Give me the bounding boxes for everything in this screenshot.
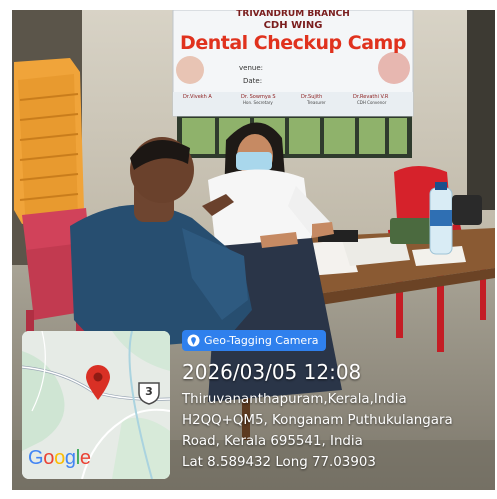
banner-venue-label: venue: [239,64,263,72]
location-minimap: 3 Google [22,331,170,479]
geo-location-line: Thiruvananthapuram,Kerala,India [182,392,407,407]
geo-location-line: Road, Kerala 695541, India [182,434,363,449]
google-logo-letter: o [54,447,65,469]
geo-badge-label: Geo-Tagging Camera [204,334,319,347]
banner-wing: CDH WING [263,20,323,31]
dental-camp-banner: TRIVANDRUM BRANCH CDH WING Dental Checku… [173,10,413,116]
location-pin-icon [86,365,110,400]
google-logo-letter: o [43,447,55,469]
banner-doctor-role: Treasurer [307,100,326,105]
google-logo-letter: e [79,447,91,469]
google-logo-letter: g [64,447,76,469]
geo-tagging-badge: Geo-Tagging Camera [182,330,327,351]
google-logo: Google [28,447,91,470]
banner-title: Dental Checkup Camp [180,32,406,54]
banner-doctor-role: Hon. Secretary [243,100,273,105]
geo-location-line: H2QQ+QM5, Konganam Puthukulangara [182,413,453,428]
banner-doctor-role: CDH Convenor [357,100,387,105]
banner-date-label: Date: [243,77,263,85]
banner-branch: TRIVANDRUM BRANCH [236,10,350,19]
geo-location-line: Lat 8.589432 Long 77.03903 [182,455,376,470]
camera-pin-icon [187,334,200,347]
google-logo-letter: G [28,447,44,469]
geo-timestamp: 2026/03/05 12:08 [182,360,362,384]
road-shield: 3 [138,381,160,405]
banner-doctor: Dr.Vivekh A [183,94,212,100]
road-shield-number: 3 [145,385,153,398]
